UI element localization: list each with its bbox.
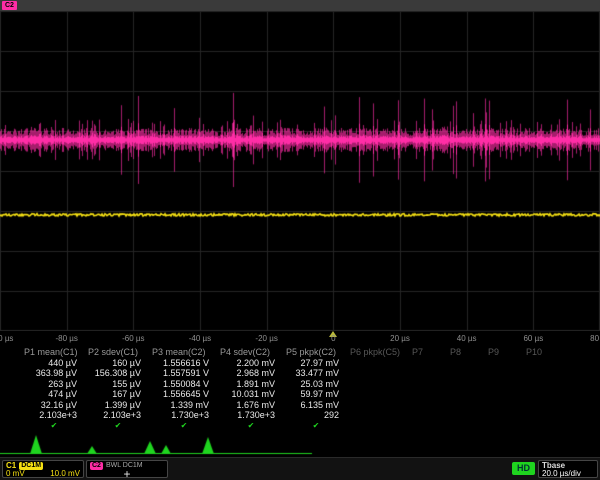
parameter-histicon-strip xyxy=(0,431,600,457)
measure-value: 6.135 mV xyxy=(284,400,348,411)
measure-value: 2.968 mV xyxy=(218,368,284,379)
c1-vdiv: 10.0 mV xyxy=(50,470,80,478)
table-row: 363.98 µV 156.308 µV 1.557591 V 2.968 mV… xyxy=(0,368,600,379)
measure-value: 1.676 mV xyxy=(218,400,284,411)
param-header[interactable]: P6 pkpk(C5) xyxy=(348,347,410,358)
x-axis-label: 40 µs xyxy=(457,334,477,343)
x-axis-label: 60 µs xyxy=(523,334,543,343)
table-row: 32.16 µV 1.399 µV 1.339 mV 1.676 mV 6.13… xyxy=(0,400,600,411)
x-axis-label: -60 µs xyxy=(122,334,144,343)
measure-value: 27.97 mV xyxy=(284,358,348,369)
measure-value: 292 xyxy=(284,410,348,421)
x-axis-label: 0 xyxy=(331,334,335,343)
measure-value: 25.03 mV xyxy=(284,379,348,390)
measure-value: 1.730e+3 xyxy=(218,410,284,421)
measure-value: 1.399 µV xyxy=(86,400,150,411)
descriptor-bar: C1 DC1M 0 mV 10.0 mV C2 BWL DC1M + HD Tb… xyxy=(0,457,600,480)
c1-offset: 0 mV xyxy=(6,470,25,478)
measure-value: 363.98 µV xyxy=(22,368,86,379)
param-header[interactable]: P8 xyxy=(448,347,486,358)
active-trace-badge[interactable]: C2 xyxy=(2,1,17,10)
param-header[interactable]: P1 mean(C1) xyxy=(22,347,86,358)
table-row: 474 µV 167 µV 1.556645 V 10.031 mV 59.97… xyxy=(0,389,600,400)
measure-value: 167 µV xyxy=(86,389,150,400)
param-header[interactable]: P3 mean(C2) xyxy=(150,347,218,358)
measure-value: 2.103e+3 xyxy=(22,410,86,421)
param-header[interactable]: P7 xyxy=(410,347,448,358)
measure-value: 1.339 mV xyxy=(150,400,218,411)
graticule xyxy=(0,11,600,331)
measure-value: 32.16 µV xyxy=(22,400,86,411)
measure-value: 33.477 mV xyxy=(284,368,348,379)
oscilloscope-screen: C2 -100 µs -80 µs -60 µs -40 µs -20 µs 0… xyxy=(0,0,600,480)
status-check-icon: ✔ xyxy=(150,421,218,432)
table-header-row: P1 mean(C1) P2 sdev(C1) P3 mean(C2) P4 s… xyxy=(0,347,600,358)
x-axis-label: -80 µs xyxy=(55,334,77,343)
param-header[interactable]: P10 xyxy=(524,347,560,358)
status-check-icon: ✔ xyxy=(218,421,284,432)
timebase-value: 20.0 µs/div xyxy=(542,470,581,478)
measure-value: 2.200 mV xyxy=(218,358,284,369)
table-row: 2.103e+3 2.103e+3 1.730e+3 1.730e+3 292 xyxy=(0,410,600,421)
menu-bar: C2 xyxy=(0,0,600,11)
measure-value: 10.031 mV xyxy=(218,389,284,400)
measure-value: 160 µV xyxy=(86,358,150,369)
measure-value: 263 µV xyxy=(22,379,86,390)
measure-value: 440 µV xyxy=(22,358,86,369)
table-row: 440 µV 160 µV 1.556616 V 2.200 mV 27.97 … xyxy=(0,358,600,369)
status-check-icon: ✔ xyxy=(22,421,86,432)
x-axis-label: 80 µs xyxy=(590,334,600,343)
measure-value: 2.103e+3 xyxy=(86,410,150,421)
time-axis: -100 µs -80 µs -60 µs -40 µs -20 µs 0 20… xyxy=(0,331,600,347)
x-axis-label: -100 µs xyxy=(0,334,13,343)
measure-value: 1.556616 V xyxy=(150,358,218,369)
hd-mode-badge: HD xyxy=(512,462,535,475)
measurement-table: P1 mean(C1) P2 sdev(C1) P3 mean(C2) P4 s… xyxy=(0,347,600,431)
measure-value: 1.557591 V xyxy=(150,368,218,379)
c1-descriptor-box[interactable]: C1 DC1M 0 mV 10.0 mV xyxy=(2,460,84,478)
param-header[interactable]: P9 xyxy=(486,347,524,358)
measure-value: 1.556645 V xyxy=(150,389,218,400)
status-check-icon: ✔ xyxy=(86,421,150,432)
histicon-canvas xyxy=(0,431,600,457)
table-status-row: ✔ ✔ ✔ ✔ ✔ xyxy=(0,421,600,432)
measure-value: 1.550084 V xyxy=(150,379,218,390)
param-header[interactable]: P2 sdev(C1) xyxy=(86,347,150,358)
x-axis-label: 20 µs xyxy=(390,334,410,343)
measure-value: 156.308 µV xyxy=(86,368,150,379)
param-header[interactable]: P4 sdev(C2) xyxy=(218,347,284,358)
c2-descriptor-box[interactable]: C2 BWL DC1M + xyxy=(86,460,168,478)
plus-icon[interactable]: + xyxy=(123,470,130,478)
measure-value: 59.97 mV xyxy=(284,389,348,400)
status-check-icon: ✔ xyxy=(284,421,348,432)
measure-value: 474 µV xyxy=(22,389,86,400)
x-axis-label: -20 µs xyxy=(255,334,277,343)
x-axis-label: -40 µs xyxy=(189,334,211,343)
waveform-canvas[interactable] xyxy=(0,11,600,331)
measure-value: 155 µV xyxy=(86,379,150,390)
c2-title-chip: C2 xyxy=(90,462,103,470)
measure-value: 1.730e+3 xyxy=(150,410,218,421)
table-row: 263 µV 155 µV 1.550084 V 1.891 mV 25.03 … xyxy=(0,379,600,390)
param-header[interactable]: P5 pkpk(C2) xyxy=(284,347,348,358)
timebase-descriptor-box[interactable]: Tbase 20.0 µs/div xyxy=(538,460,598,478)
measure-value: 1.891 mV xyxy=(218,379,284,390)
